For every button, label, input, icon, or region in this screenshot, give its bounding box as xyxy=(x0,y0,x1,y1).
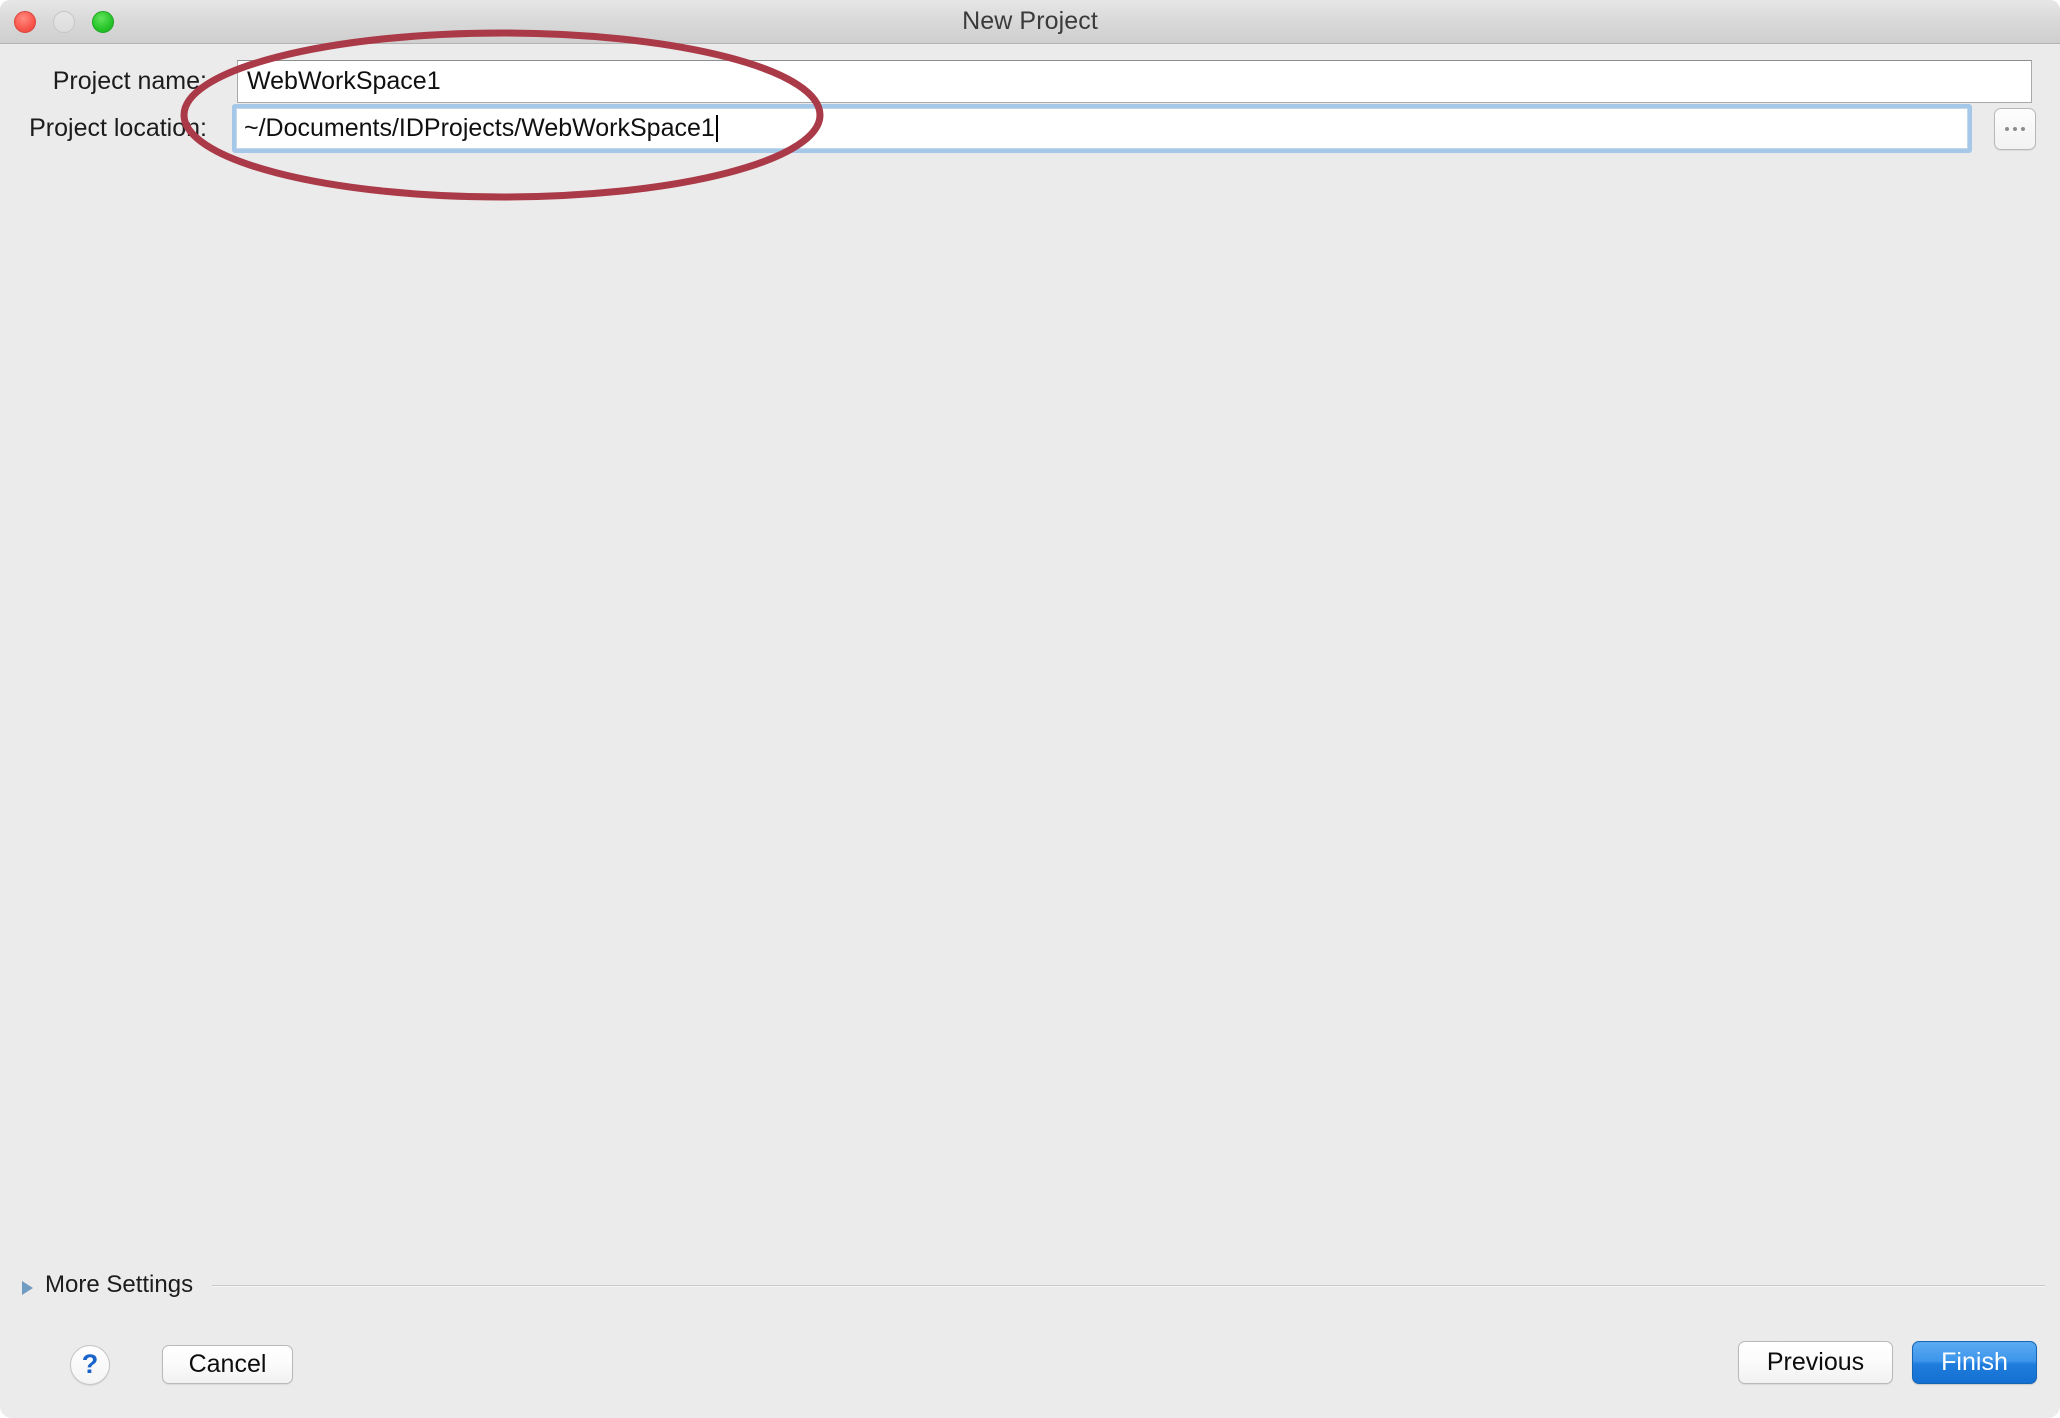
more-settings-label: More Settings xyxy=(45,1271,194,1298)
project-name-label: Project name: xyxy=(52,67,207,95)
ellipsis-dot-icon xyxy=(2005,127,2009,131)
cancel-button[interactable]: Cancel xyxy=(162,1345,293,1384)
project-location-label: Project location: xyxy=(29,114,207,142)
project-location-input[interactable]: ~/Documents/IDProjects/WebWorkSpace1 xyxy=(236,108,1968,149)
new-project-dialog-window: New Project Project name: WebWorkSpace1 … xyxy=(0,0,2060,1418)
browse-location-button[interactable] xyxy=(1994,108,2036,150)
previous-button[interactable]: Previous xyxy=(1738,1341,1893,1384)
ellipsis-dot-icon xyxy=(2021,127,2025,131)
disclosure-triangle-right-icon[interactable] xyxy=(22,1281,33,1295)
more-settings-section[interactable]: More Settings xyxy=(0,1268,2060,1308)
ellipsis-dot-icon xyxy=(2013,127,2017,131)
finish-button[interactable]: Finish xyxy=(1912,1341,2037,1384)
project-name-input[interactable]: WebWorkSpace1 xyxy=(237,60,2032,103)
window-title: New Project xyxy=(962,7,1098,35)
section-divider xyxy=(212,1285,2045,1287)
project-location-focus-ring: ~/Documents/IDProjects/WebWorkSpace1 xyxy=(232,104,1972,153)
help-button[interactable]: ? xyxy=(70,1345,110,1385)
project-location-value: ~/Documents/IDProjects/WebWorkSpace1 xyxy=(244,114,715,142)
text-caret xyxy=(715,115,718,142)
window-titlebar: New Project xyxy=(0,0,2060,44)
